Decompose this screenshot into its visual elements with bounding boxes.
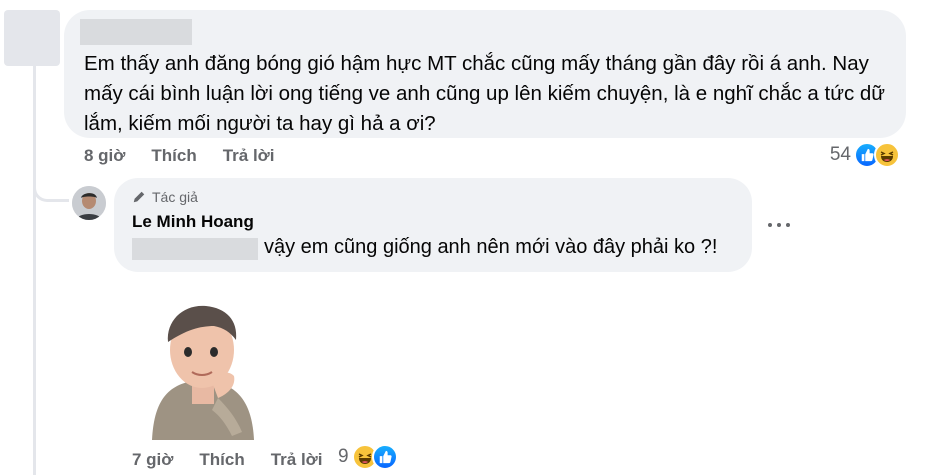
- mentioned-name-redacted[interactable]: [132, 238, 258, 260]
- reply-reply-button[interactable]: Trả lời: [271, 450, 323, 470]
- more-options-icon[interactable]: [768, 218, 790, 232]
- comment-reply-button[interactable]: Trả lời: [223, 146, 275, 166]
- reply-reaction-count: 9: [338, 446, 349, 467]
- author-avatar[interactable]: [72, 186, 106, 220]
- comment-reactions[interactable]: 54: [830, 142, 900, 168]
- reply-text: vậy em cũng giống anh nên mới vào đây ph…: [264, 236, 718, 258]
- haha-icon: [874, 142, 900, 168]
- reply-connector: [33, 170, 69, 202]
- author-name[interactable]: Le Minh Hoang: [132, 212, 254, 232]
- reply-reactions[interactable]: 9: [338, 444, 398, 470]
- comment-text: Em thấy anh đăng bóng gió hậm hực MT chắ…: [84, 52, 886, 135]
- author-badge-label: Tác giả: [152, 189, 198, 205]
- avatar-sticker: [152, 305, 254, 440]
- author-badge: Tác giả: [132, 189, 198, 205]
- reply-actions: 7 giờ Thích Trả lời: [132, 450, 349, 470]
- pencil-icon: [133, 191, 145, 203]
- commenter-name-redacted[interactable]: [80, 19, 192, 45]
- comment-like-button[interactable]: Thích: [151, 146, 196, 166]
- comment-time[interactable]: 8 giờ: [84, 146, 125, 166]
- reply-time[interactable]: 7 giờ: [132, 450, 173, 470]
- like-icon: [371, 444, 398, 470]
- comment-reaction-count: 54: [829, 144, 851, 165]
- reply-like-button[interactable]: Thích: [199, 450, 244, 470]
- commenter-avatar-redacted[interactable]: [4, 10, 60, 66]
- thread-line: [33, 64, 36, 475]
- comment-actions: 8 giờ Thích Trả lời: [84, 146, 301, 166]
